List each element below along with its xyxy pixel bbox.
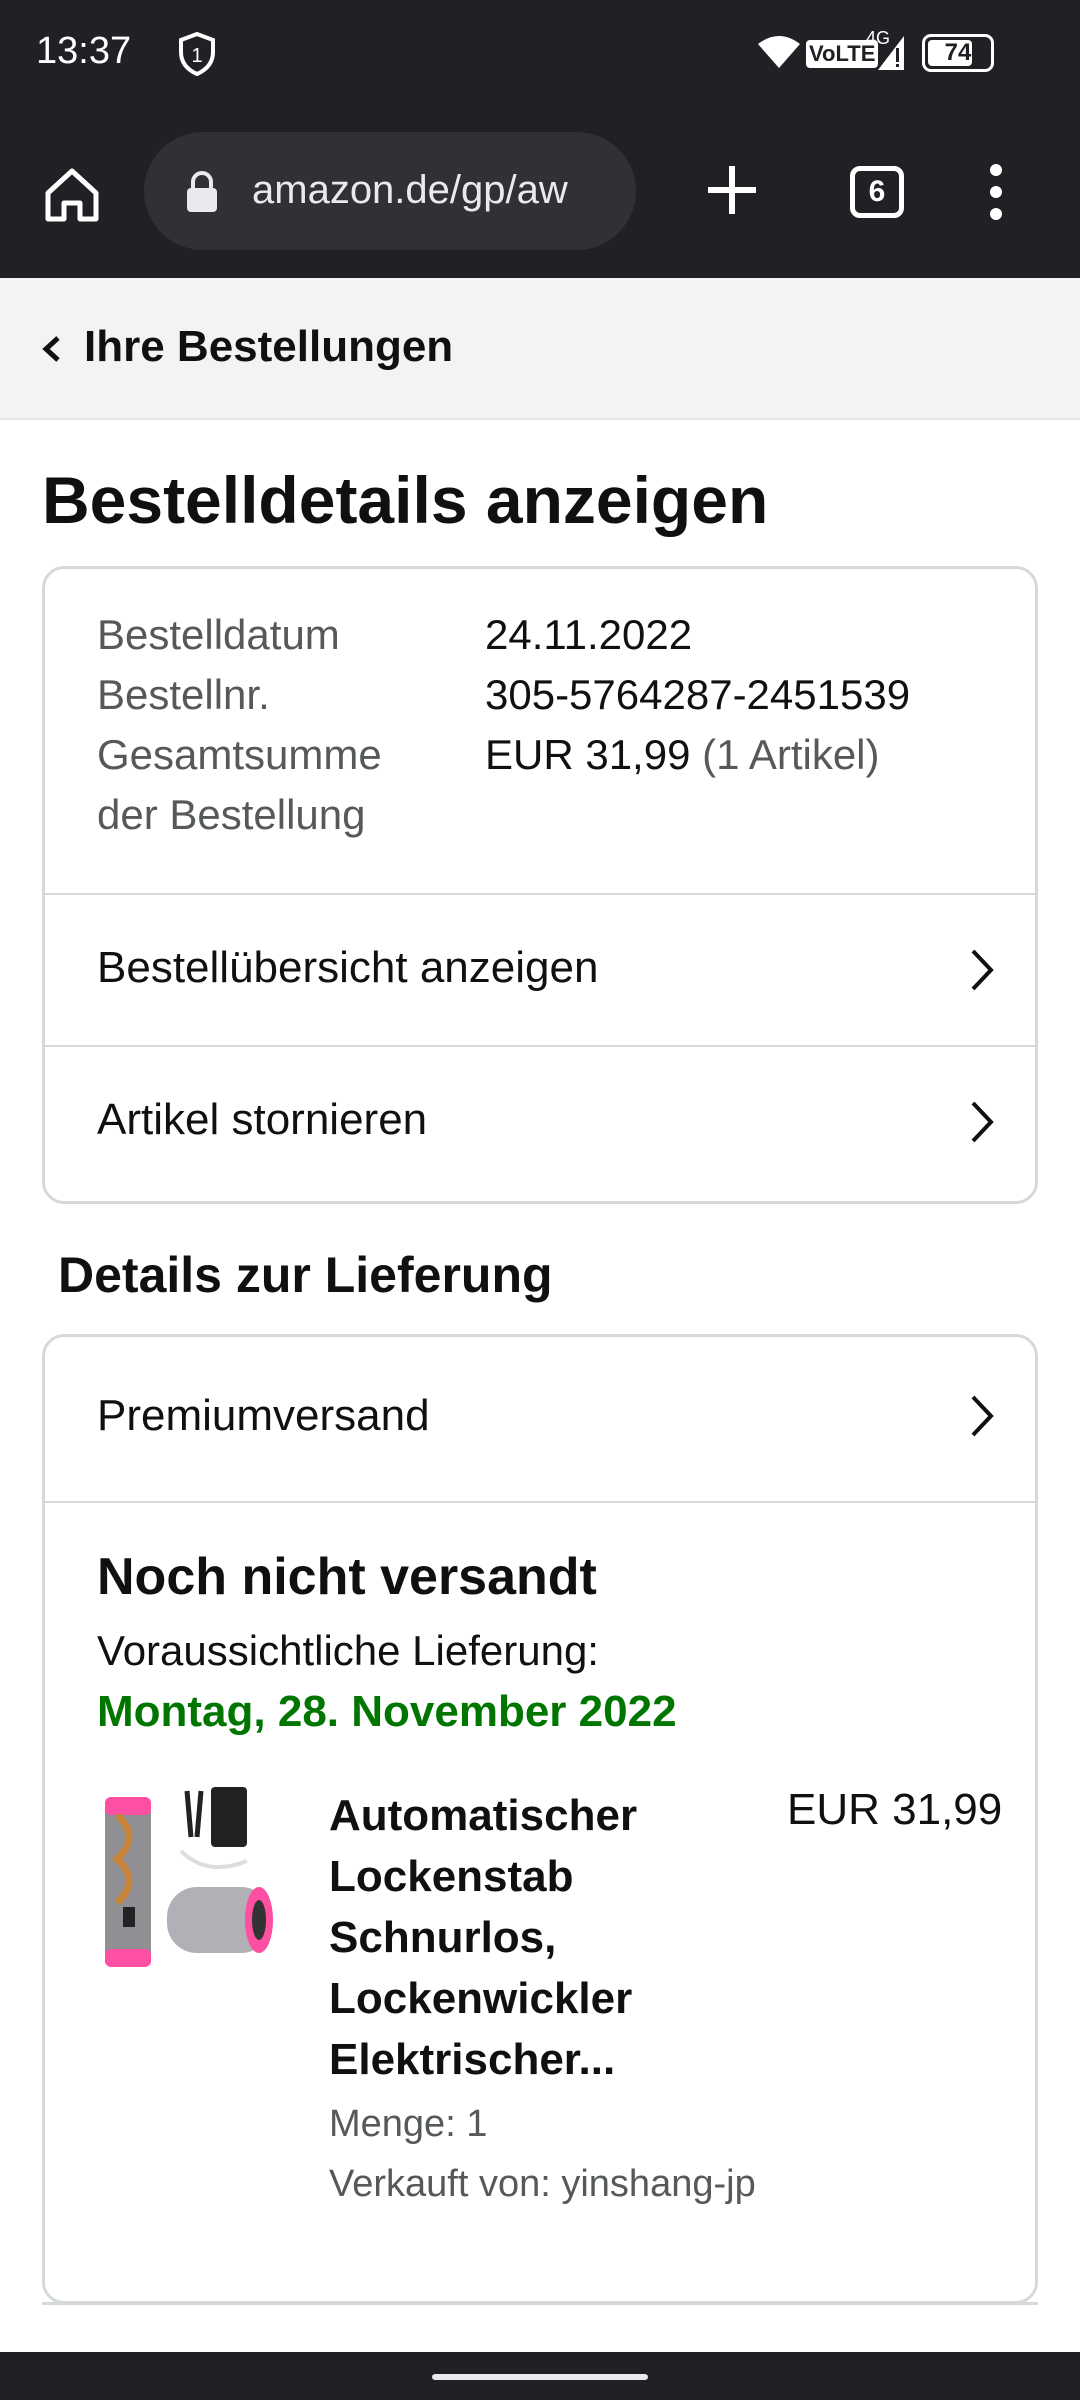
order-date-label: Bestelldatum	[97, 611, 340, 658]
gesture-nav-bar	[0, 2352, 1080, 2400]
chevron-right-icon	[971, 1101, 994, 1143]
back-link-orders[interactable]: Ihre Bestellungen	[84, 322, 453, 372]
page-title: Bestelldetails anzeigen	[42, 463, 769, 537]
tabs-icon[interactable]: 6	[850, 166, 904, 218]
order-total-amount: EUR 31,99	[485, 731, 691, 778]
cancel-items-row[interactable]: Artikel stornieren	[45, 1047, 1035, 1197]
home-gesture-handle[interactable]	[432, 2374, 648, 2380]
chevron-left-icon	[42, 336, 60, 362]
divider	[42, 2302, 1038, 2305]
back-navbar[interactable]: Ihre Bestellungen	[0, 278, 1080, 420]
chevron-right-icon	[971, 949, 994, 991]
status-time: 13:37	[36, 30, 132, 72]
url-bar[interactable]: amazon.de/gp/aw	[144, 132, 636, 250]
order-number-label: Bestellnr.	[97, 671, 270, 718]
product-price: EUR 31,99	[787, 1785, 1003, 1834]
shield-icon: 1	[179, 32, 215, 76]
product-title-line[interactable]: Lockenstab	[329, 1846, 749, 1907]
signal-icon	[878, 36, 904, 70]
product-quantity: Menge: 1	[329, 2103, 488, 2145]
order-total-value: EUR 31,99 (1 Artikel)	[485, 731, 880, 779]
order-total-label-line2: der Bestellung	[97, 791, 366, 838]
chevron-right-icon	[971, 1395, 994, 1437]
lock-icon	[187, 171, 217, 212]
product-title-line[interactable]: Automatischer	[329, 1785, 749, 1846]
order-total-label-line1: Gesamtsumme	[97, 731, 382, 778]
eta-label: Voraussichtliche Lieferung:	[97, 1627, 599, 1674]
view-order-summary-label[interactable]: Bestellübersicht anzeigen	[97, 943, 598, 993]
delivery-card: Premiumversand Noch nicht versandt Vorau…	[42, 1334, 1038, 2304]
order-total-items: (1 Artikel)	[702, 731, 880, 778]
shipment-status: Noch nicht versandt	[97, 1548, 597, 1606]
product-title-line[interactable]: Elektrischer...	[329, 2029, 749, 2090]
battery-level: 74	[944, 39, 972, 66]
eta-date: Montag, 28. November 2022	[97, 1687, 677, 1736]
delivery-section-title: Details zur Lieferung	[58, 1247, 553, 1303]
status-bar: 13:37 1 VoLTE 4G 74	[0, 0, 1080, 108]
url-text[interactable]: amazon.de/gp/aw	[252, 168, 612, 213]
browser-toolbar: amazon.de/gp/aw 6	[0, 108, 1080, 278]
shipping-method-row[interactable]: Premiumversand	[45, 1337, 1035, 1487]
more-vert-icon[interactable]	[984, 162, 1008, 222]
view-order-summary-row[interactable]: Bestellübersicht anzeigen	[45, 895, 1035, 1045]
order-date-value: 24.11.2022	[485, 611, 693, 658]
wifi-icon	[758, 36, 800, 68]
battery-icon: 74	[922, 34, 994, 72]
shipping-method-label[interactable]: Premiumversand	[97, 1391, 430, 1441]
product-seller: Verkauft von: yinshang-jp	[329, 2163, 756, 2205]
plus-icon[interactable]	[704, 162, 760, 218]
product-title[interactable]: Automatischer Lockenstab Schnurlos, Lock…	[329, 1785, 749, 2090]
divider	[45, 1501, 1035, 1503]
order-number-value: 305-5764287-2451539	[485, 671, 911, 718]
product-title-line[interactable]: Lockenwickler	[329, 1968, 749, 2029]
product-image[interactable]	[97, 1777, 277, 1977]
product-title-line[interactable]: Schnurlos,	[329, 1907, 749, 1968]
cancel-items-label[interactable]: Artikel stornieren	[97, 1095, 427, 1145]
order-summary-card: Bestelldatum 24.11.2022 Bestellnr. 305-5…	[42, 566, 1038, 1204]
home-icon[interactable]	[40, 163, 104, 227]
shield-badge: 1	[191, 45, 202, 67]
